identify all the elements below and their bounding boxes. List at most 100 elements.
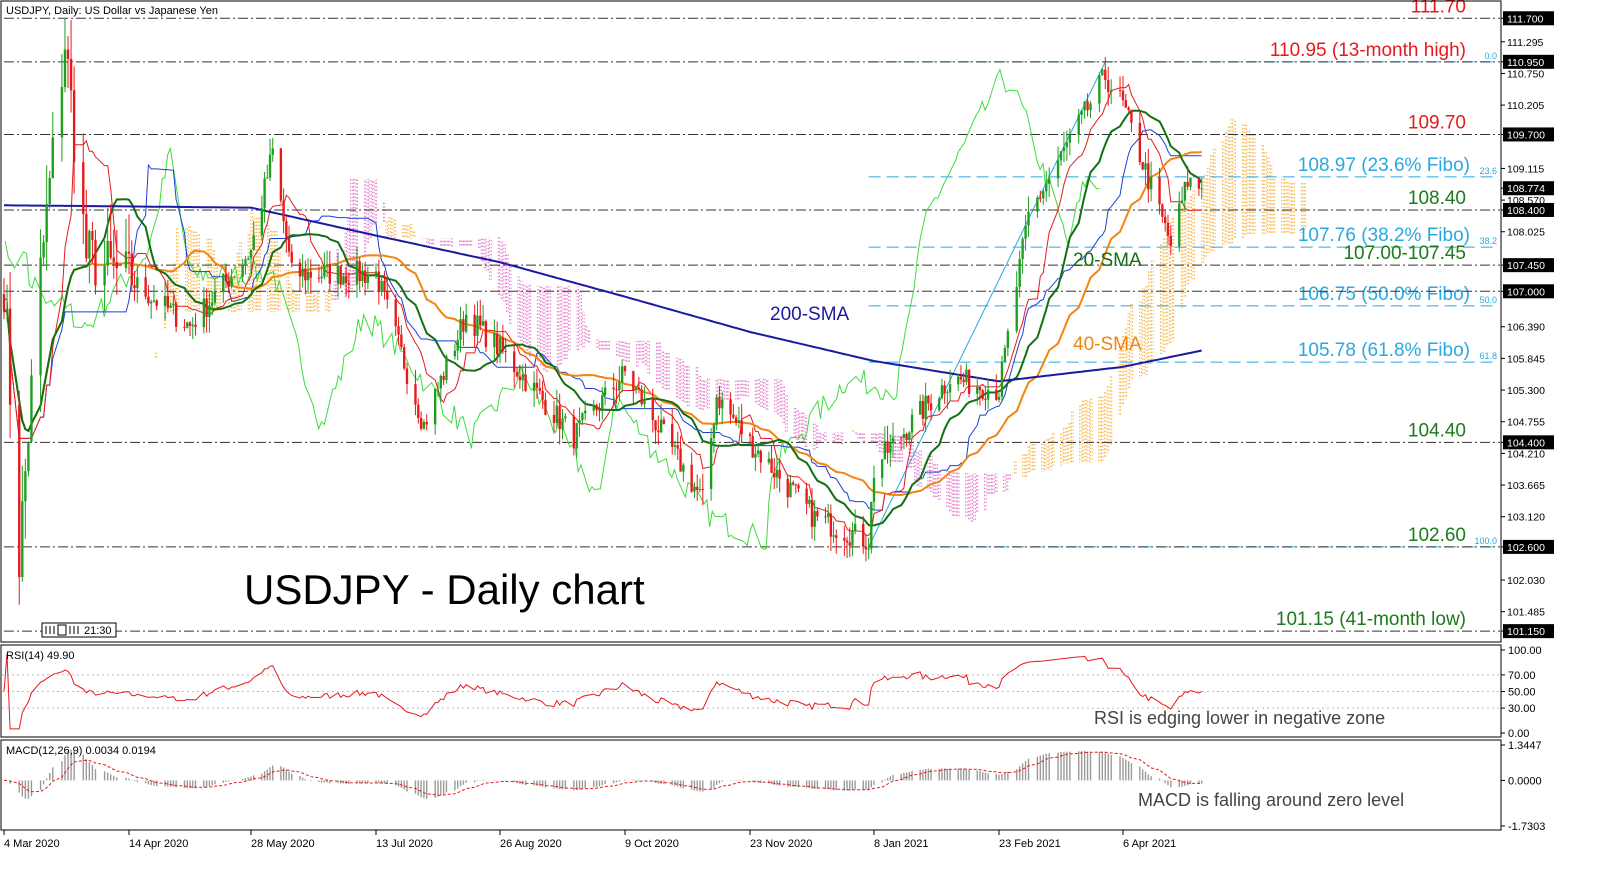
price-tick-label: 102.030 [1507, 575, 1545, 587]
candle-body [459, 319, 462, 340]
price-tick-label: 105.845 [1507, 353, 1545, 365]
candle-body [244, 259, 247, 265]
candle-body [851, 531, 854, 546]
candle-body [924, 395, 927, 419]
candle-body [965, 369, 968, 383]
candle-body [169, 305, 172, 308]
candle-body [205, 298, 208, 317]
candle-body [829, 513, 833, 537]
price-tick-label: 107.450 [1507, 260, 1545, 272]
candle-body [690, 464, 693, 492]
candle-body [69, 58, 73, 91]
candle-body [191, 324, 194, 326]
fibo-percent: 50.0 [1479, 295, 1497, 305]
candle-body [268, 154, 272, 178]
candle-body [241, 264, 244, 277]
candle-body [1080, 110, 1083, 115]
candle-body [72, 90, 76, 163]
candle-body [320, 276, 323, 279]
candle-body [1086, 101, 1089, 111]
sma20-label: 20-SMA [1073, 250, 1142, 271]
fibo-label: 108.97 (23.6% Fibo) [1298, 155, 1470, 176]
candle-body [1110, 90, 1113, 92]
candle-body [1130, 110, 1133, 123]
candle-body [721, 399, 724, 409]
candle-body [732, 414, 735, 418]
candle-body [572, 416, 576, 449]
candle-body [693, 486, 696, 492]
candle-body [103, 265, 106, 286]
price-tick-label: 103.120 [1507, 512, 1545, 524]
candle-body [174, 303, 178, 327]
date-tick-label: 23 Feb 2021 [999, 838, 1061, 850]
candle-body [786, 478, 789, 498]
macd-title: MACD(12,26,9) 0.0034 0.0194 [6, 745, 156, 757]
candle-body [902, 434, 906, 438]
date-tick-label: 28 May 2020 [251, 838, 315, 850]
time-badge[interactable]: 21:30 [41, 622, 117, 638]
candle-body [623, 366, 627, 372]
chart-title: USDJPY, Daily: US Dollar vs Japanese Yen [6, 5, 218, 17]
candle-body [249, 249, 253, 259]
candle-body [1089, 103, 1092, 111]
candle-body [361, 270, 364, 282]
candle-body [978, 387, 982, 391]
candle-body [495, 333, 499, 355]
candle-body [363, 270, 367, 283]
candle-body [473, 314, 476, 336]
candle-body [709, 438, 713, 490]
candle-body [910, 414, 914, 433]
candle-body [442, 375, 445, 381]
candle-body [172, 303, 175, 306]
candle-body [948, 384, 952, 393]
candle-body [864, 546, 868, 550]
date-tick-label: 6 Apr 2021 [1123, 838, 1176, 850]
candle-body [109, 241, 112, 258]
candle-body [1021, 238, 1024, 259]
candle-body [1056, 160, 1060, 179]
candle-body [984, 398, 987, 400]
candle-body [383, 280, 386, 291]
candle-body [899, 437, 903, 439]
candle-body [575, 423, 578, 449]
candle-body [1169, 235, 1172, 247]
candle-body [957, 376, 960, 385]
candle-body [233, 276, 236, 278]
candle-body [188, 322, 192, 326]
candle-body [657, 430, 660, 433]
candle-body [535, 382, 539, 388]
candle-body [342, 276, 345, 285]
candle-body [513, 351, 516, 373]
candle-body [880, 459, 884, 478]
date-tick-label: 14 Apr 2020 [129, 838, 188, 850]
candle-body [643, 398, 646, 405]
candle-body [946, 392, 949, 394]
candle-body [285, 221, 288, 239]
candle-body [439, 375, 443, 389]
candle-body [1039, 197, 1042, 199]
date-tick-label: 23 Nov 2020 [750, 838, 812, 850]
candle-body [976, 387, 979, 394]
candle-body [230, 277, 233, 287]
candle-body [797, 485, 800, 489]
candle-body [163, 295, 167, 307]
level-label: 111.70 [1411, 0, 1466, 17]
candle-body [493, 333, 496, 348]
candle-body [698, 488, 702, 490]
candle-body [929, 403, 933, 411]
price-tick-label: 102.600 [1507, 542, 1545, 554]
fibo-percent: 100.0 [1474, 536, 1497, 546]
rsi-tick-label: 100.00 [1508, 645, 1542, 657]
candle-body [336, 265, 340, 284]
candle-body [518, 376, 522, 381]
price-tick-label: 109.700 [1507, 129, 1545, 141]
candle-body [824, 516, 827, 518]
level-label: 102.60 [1408, 525, 1466, 546]
candle-body [810, 499, 814, 527]
candle-body [39, 257, 42, 376]
candle-body [247, 258, 250, 260]
candle-body [149, 301, 153, 304]
candle-body [773, 472, 776, 478]
candle-body [676, 445, 679, 449]
candle-body [45, 203, 48, 243]
